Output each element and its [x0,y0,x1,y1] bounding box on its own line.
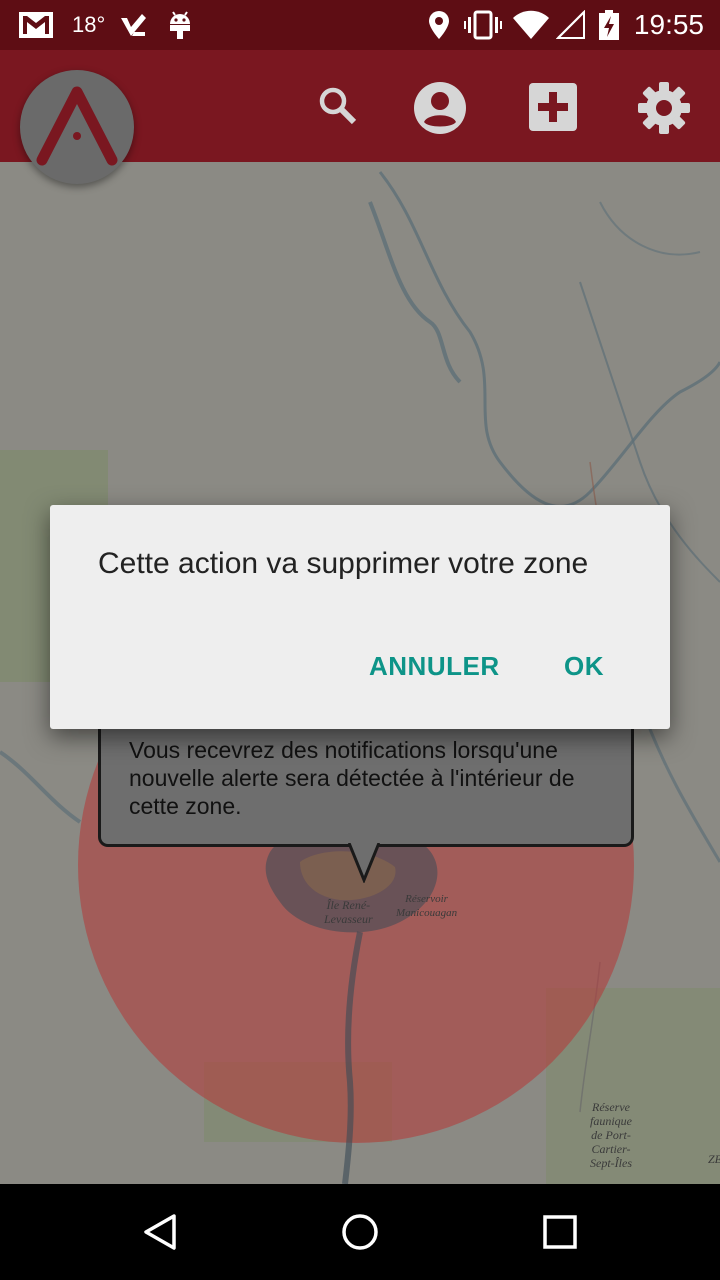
app-logo[interactable] [20,70,134,184]
gmail-icon [18,10,54,40]
confirm-dialog: Cette action va supprimer votre zone ANN… [50,505,670,729]
home-icon[interactable] [341,1213,379,1256]
search-icon[interactable] [318,86,358,131]
map-label-edge: ZE [708,1152,720,1166]
settings-icon[interactable] [636,80,692,141]
map-label-reservoir: Réservoir Manicouagan [396,893,458,919]
dialog-message: Cette action va supprimer votre zone [98,547,589,580]
ok-button[interactable]: OK [564,651,604,682]
account-icon[interactable] [412,80,468,141]
back-icon[interactable] [140,1212,180,1257]
map-label-reserve: Réserve faunique de Port- Cartier- Sept-… [590,1100,632,1170]
checkmark-app-icon [118,10,148,40]
cancel-button[interactable]: ANNULER [369,651,500,682]
navigation-bar [0,1184,720,1280]
wifi-icon [512,10,550,40]
status-bar: 18° 19:55 [0,0,720,50]
logo-a-icon [36,86,118,166]
bubble-pointer [348,843,380,883]
zone-info-bubble: Vous recevrez des notifications lorsqu'u… [98,720,634,847]
map-label-ile-rene: Île René- Levasseur [324,898,373,926]
android-icon [166,10,194,40]
status-clock: 19:55 [633,9,704,40]
signal-icon [556,10,586,40]
location-icon [428,10,450,40]
vibrate-icon [464,10,502,40]
battery-icon [598,10,620,40]
add-box-icon[interactable] [528,82,578,137]
zone-info-text: Vous recevrez des notifications lorsqu'u… [129,737,575,819]
temperature: 18° [72,12,106,37]
recents-icon[interactable] [543,1215,577,1254]
